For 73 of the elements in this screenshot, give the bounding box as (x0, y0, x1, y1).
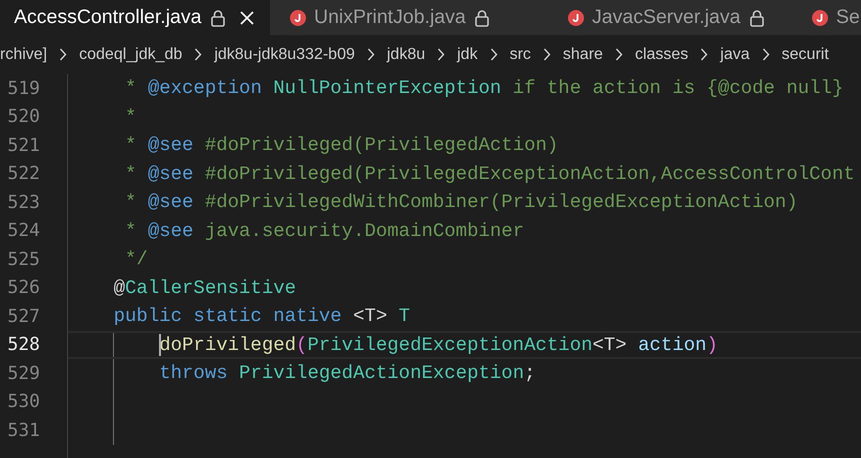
breadcrumb-item[interactable]: securit (782, 42, 829, 66)
chevron-icon (542, 48, 551, 61)
code-token: public static native (114, 304, 342, 329)
tab-label: AccessController.java (14, 4, 202, 30)
code-token: #doPrivileged(PrivilegedExceptionAction,AccessControlCont (204, 162, 855, 186)
chevron-icon (700, 48, 708, 61)
code-token: PrivilegedActionException (239, 361, 524, 386)
code-token: ) (706, 332, 718, 358)
tab-label: Se (836, 4, 860, 30)
chevron-icon (762, 48, 770, 61)
breadcrumb-item[interactable]: share (562, 42, 603, 66)
breadcrumb-item[interactable]: classes (634, 42, 688, 66)
code-token: action (638, 332, 707, 358)
chevron-icon (490, 48, 498, 61)
code-token: #doPrivileged(PrivilegedAction) (204, 133, 558, 158)
code-token: */ (125, 247, 148, 272)
line-number: 523 (6, 190, 40, 215)
chevron-icon (366, 48, 375, 61)
line-number: 521 (6, 134, 40, 158)
line-number: 519 (6, 76, 40, 101)
chevron-icon (194, 48, 202, 61)
chevron-icon (59, 48, 68, 61)
code-token: NullPointerException (273, 76, 502, 101)
line-number: 527 (6, 304, 40, 329)
code-token: @ (114, 276, 126, 300)
code-token: @see (148, 190, 194, 215)
breadcrumb-item[interactable]: jdk8u-jdk8u332-b09 (214, 42, 355, 66)
code-token: @see (148, 162, 194, 186)
code-token: * (125, 190, 138, 215)
code-token: <T> (592, 332, 628, 358)
line-number: 531 (6, 418, 40, 443)
chevron-icon (437, 48, 446, 61)
code-token: @exception (148, 76, 263, 101)
code-token: throws (159, 361, 229, 386)
editor-tab[interactable]: UnixPrintJob.java (270, 0, 548, 35)
code-token: java.security.DomainCombiner (204, 218, 524, 244)
code-token: if the action is {@code null} (512, 76, 844, 101)
code-token: <T> (353, 304, 388, 329)
line-number: 529 (6, 362, 40, 386)
code-token: ( (296, 332, 308, 358)
code-token: #doPrivilegedWithCombiner(PrivilegedExceptionAction) (204, 190, 798, 215)
code-token: * (125, 133, 138, 158)
line-number: 528 (6, 333, 40, 358)
breadcrumb-item[interactable]: codeql_jdk_db (79, 42, 182, 66)
code-token: * (125, 162, 138, 186)
code-token: @see (148, 133, 194, 158)
tab-label: JavacServer.java (592, 4, 740, 30)
code-token: T (398, 304, 410, 329)
line-number: 524 (6, 219, 40, 244)
editor-tab[interactable]: Se (800, 0, 861, 35)
breadcrumb-item[interactable]: java (720, 42, 750, 66)
line-number: 530 (6, 390, 40, 414)
code-token: CallerSensitive (125, 276, 296, 300)
code-token: doPrivileged (159, 332, 296, 358)
line-number: 520 (6, 105, 40, 130)
chevron-icon (614, 48, 623, 61)
code-token: * (125, 218, 138, 244)
code-token: * (125, 104, 136, 130)
breadcrumb-item[interactable]: jdk8u (386, 42, 426, 66)
breadcrumb-item[interactable]: src (510, 42, 531, 66)
breadcrumb-item[interactable]: rchive] (0, 42, 48, 66)
tab-label: UnixPrintJob.java (314, 4, 466, 30)
editor-tab[interactable]: AccessController.java (0, 0, 270, 35)
code-token: ; (524, 361, 536, 386)
editor-tab[interactable]: JavacServer.java (548, 0, 800, 35)
code-token: PrivilegedExceptionAction (307, 332, 592, 358)
code-token: @see (148, 218, 194, 244)
line-number: 525 (6, 248, 40, 272)
line-number: 522 (6, 162, 40, 186)
close-icon[interactable] (240, 10, 254, 24)
breadcrumb-item[interactable]: jdk (457, 42, 478, 66)
line-number: 526 (6, 276, 40, 300)
code-token: * (125, 76, 138, 101)
